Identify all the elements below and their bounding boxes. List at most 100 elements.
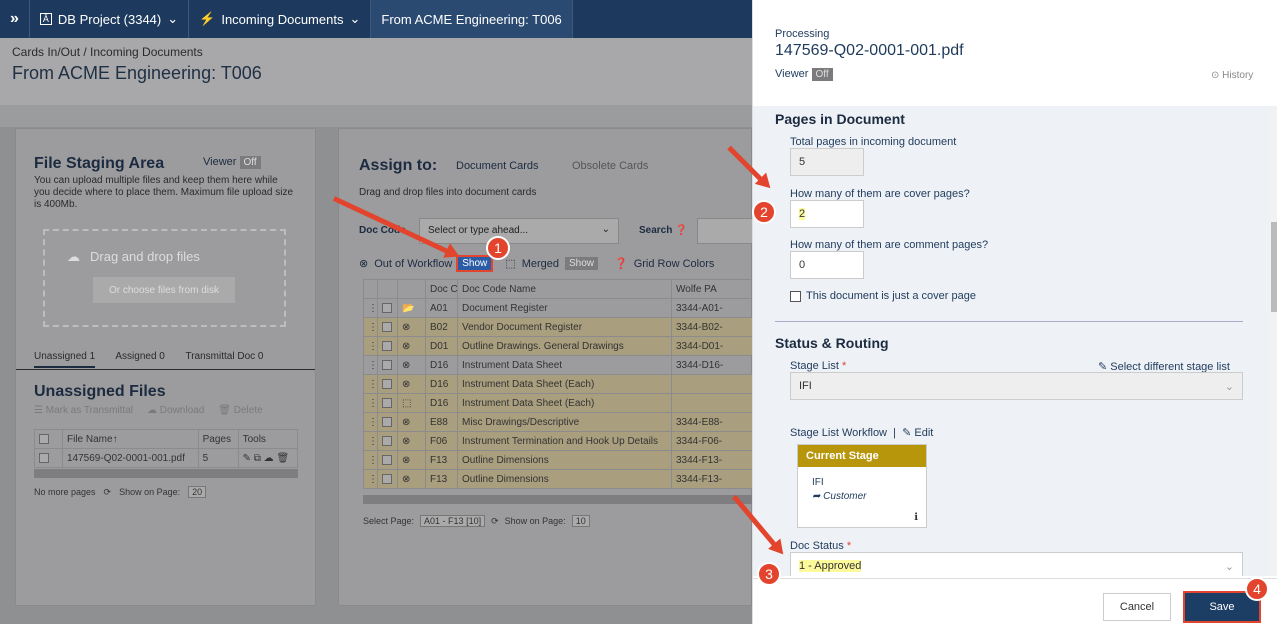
search-input[interactable]: [697, 218, 753, 244]
annotation-badge-3: 3: [757, 562, 781, 586]
cloud-icon[interactable]: ☁: [264, 453, 274, 464]
top-navigation: » Ā DB Project (3344) ⌄ ⚡ Incoming Document…: [0, 0, 752, 38]
drag-handle[interactable]: ⋮: [363, 412, 378, 432]
page-size-select[interactable]: 20: [188, 486, 207, 498]
stage-list-select[interactable]: IFI ⌄: [790, 372, 1243, 400]
doc-code: A01: [425, 298, 458, 318]
col-filename[interactable]: File Name↑: [62, 429, 199, 449]
row-checkbox[interactable]: [39, 452, 49, 463]
merged-show-toggle[interactable]: Show: [564, 257, 598, 270]
drag-handle[interactable]: ⋮: [363, 355, 378, 375]
trash-icon[interactable]: 🗑: [276, 453, 289, 464]
delete-button[interactable]: 🗑 Delete: [218, 405, 262, 416]
doc-code-name: Instrument Data Sheet (Each): [457, 393, 672, 413]
table-scrollbar[interactable]: [363, 495, 753, 504]
staging-title: File Staging Area: [34, 155, 165, 172]
table-row[interactable]: ⋮ ⊗ F06 Instrument Termination and Hook Up …: [363, 431, 754, 451]
doc-code-select[interactable]: Select or type ahead... ⌄: [419, 218, 619, 244]
cover-pages-input[interactable]: 2: [790, 200, 864, 228]
drag-handle[interactable]: ⋮: [363, 450, 378, 470]
workflow-row: Stage List Workflow | ✎ Edit: [790, 427, 934, 439]
row-checkbox[interactable]: [382, 473, 392, 484]
table-row[interactable]: ⋮ 📂 A01 Document Register 3344-A01-: [363, 298, 754, 318]
table-row[interactable]: ⋮ ⊗ D01 Outline Drawings. General Drawings 3…: [363, 336, 754, 356]
nav-incoming[interactable]: ⚡ Incoming Documents ⌄: [189, 0, 372, 38]
viewer-toggle[interactable]: Off: [811, 68, 833, 81]
drag-handle[interactable]: ⋮: [363, 431, 378, 451]
select-all-checkbox[interactable]: [39, 433, 49, 444]
info-icon[interactable]: ℹ: [914, 512, 918, 523]
row-checkbox[interactable]: [382, 302, 392, 313]
mark-transmittal-button[interactable]: ☰ Mark as Transmittal: [34, 405, 133, 416]
stage-list-label: Stage List *: [790, 360, 846, 372]
col-doc-code-name[interactable]: Doc Code Name: [457, 279, 672, 299]
table-scrollbar[interactable]: [34, 469, 298, 478]
drop-text: Drag and drop files: [90, 249, 200, 264]
viewer-toggle[interactable]: Off: [239, 156, 261, 169]
refresh-icon[interactable]: ⟳: [104, 487, 112, 498]
tab-obsolete-cards[interactable]: Obsolete Cards: [572, 160, 648, 172]
history-link[interactable]: ⊙ History: [1211, 70, 1253, 81]
row-checkbox[interactable]: [382, 340, 392, 351]
copy-icon[interactable]: ⧉: [254, 453, 261, 464]
merged-label: Merged: [521, 257, 559, 270]
oow-show-toggle[interactable]: Show: [456, 255, 494, 272]
table-row[interactable]: ⋮ ⊗ E88 Misc Drawings/Descriptive 3344-E88-: [363, 412, 754, 432]
doc-code-name: Instrument Data Sheet (Each): [457, 374, 672, 394]
page-size-select[interactable]: 10: [571, 515, 590, 527]
page-range-select[interactable]: A01 - F13 [10]: [420, 515, 486, 527]
table-row[interactable]: ⋮ ⊗ F13 Outline Dimensions 3344-F13-: [363, 469, 754, 489]
doc-code: F13: [425, 469, 458, 489]
table-row[interactable]: ⋮ ⊗ D16 Instrument Data Sheet (Each): [363, 374, 754, 394]
drag-handle[interactable]: ⋮: [363, 393, 378, 413]
cancel-button[interactable]: Cancel: [1103, 593, 1171, 621]
row-checkbox[interactable]: [382, 378, 392, 389]
cloud-download-icon: ☁: [147, 405, 157, 416]
row-checkbox[interactable]: [382, 397, 392, 408]
col-wolfe[interactable]: Wolfe PA: [671, 279, 754, 299]
table-row[interactable]: ⋮ ⊗ F13 Outline Dimensions 3344-F13-: [363, 450, 754, 470]
drop-zone[interactable]: ☁ Drag and drop files Or choose files fro…: [43, 229, 286, 327]
comment-pages-input[interactable]: 0: [790, 251, 864, 279]
doc-code: D16: [425, 355, 458, 375]
refresh-icon[interactable]: ⟳: [491, 516, 499, 527]
scroll-thumb[interactable]: [1271, 222, 1277, 312]
nav-menu-button[interactable]: »: [0, 0, 30, 38]
row-checkbox[interactable]: [382, 435, 392, 446]
row-checkbox[interactable]: [382, 321, 392, 332]
workflow-edit[interactable]: ✎ Edit: [902, 427, 933, 439]
tab-unassigned[interactable]: Unassigned 1: [34, 351, 96, 368]
nav-project[interactable]: Ā DB Project (3344) ⌄: [30, 0, 190, 38]
row-checkbox[interactable]: [382, 454, 392, 465]
workflow-icon: ⊗: [397, 374, 426, 394]
tab-transmittal[interactable]: Transmittal Doc 0: [185, 351, 263, 362]
download-button[interactable]: ☁ Download: [147, 405, 204, 416]
drag-handle[interactable]: ⋮: [363, 317, 378, 337]
doc-status-select[interactable]: 1 - Approved ⌄: [790, 552, 1243, 576]
col-doc-code[interactable]: Doc Code↑: [425, 279, 458, 299]
table-row[interactable]: ⋮ ⊗ D16 Instrument Data Sheet 3344-D16-: [363, 355, 754, 375]
right-scrollbar[interactable]: [1270, 106, 1277, 576]
file-name[interactable]: 147569-Q02-0001-001.pdf: [62, 448, 199, 468]
grid-row-colors[interactable]: Grid Row Colors: [634, 258, 715, 270]
drag-handle[interactable]: ⋮: [363, 469, 378, 489]
table-row[interactable]: ⋮ ⊗ B02 Vendor Document Register 3344-B02-: [363, 317, 754, 337]
doc-number: 3344-B02-: [671, 317, 754, 337]
processing-footer: Cancel Save: [753, 578, 1277, 624]
tab-assigned[interactable]: Assigned 0: [115, 351, 164, 362]
row-checkbox-cell: [377, 298, 398, 318]
tab-document-cards[interactable]: Document Cards: [456, 160, 539, 172]
table-row[interactable]: 147569-Q02-0001-001.pdf 5 ✎ ⧉ ☁ 🗑: [34, 448, 299, 468]
just-cover-checkbox[interactable]: [790, 290, 801, 302]
drag-handle[interactable]: ⋮: [363, 374, 378, 394]
doc-number: 3344-F13-: [671, 469, 754, 489]
table-row[interactable]: ⋮ ⬚ D16 Instrument Data Sheet (Each): [363, 393, 754, 413]
table-header: Doc Code↑Doc Code NameWolfe PA: [363, 279, 754, 299]
row-checkbox[interactable]: [382, 416, 392, 427]
drag-handle[interactable]: ⋮: [363, 336, 378, 356]
row-checkbox[interactable]: [382, 359, 392, 370]
drag-handle[interactable]: ⋮: [363, 298, 378, 318]
annotation-badge-4: 4: [1245, 577, 1269, 601]
edit-icon[interactable]: ✎: [243, 453, 251, 464]
choose-files-button[interactable]: Or choose files from disk: [93, 277, 235, 303]
